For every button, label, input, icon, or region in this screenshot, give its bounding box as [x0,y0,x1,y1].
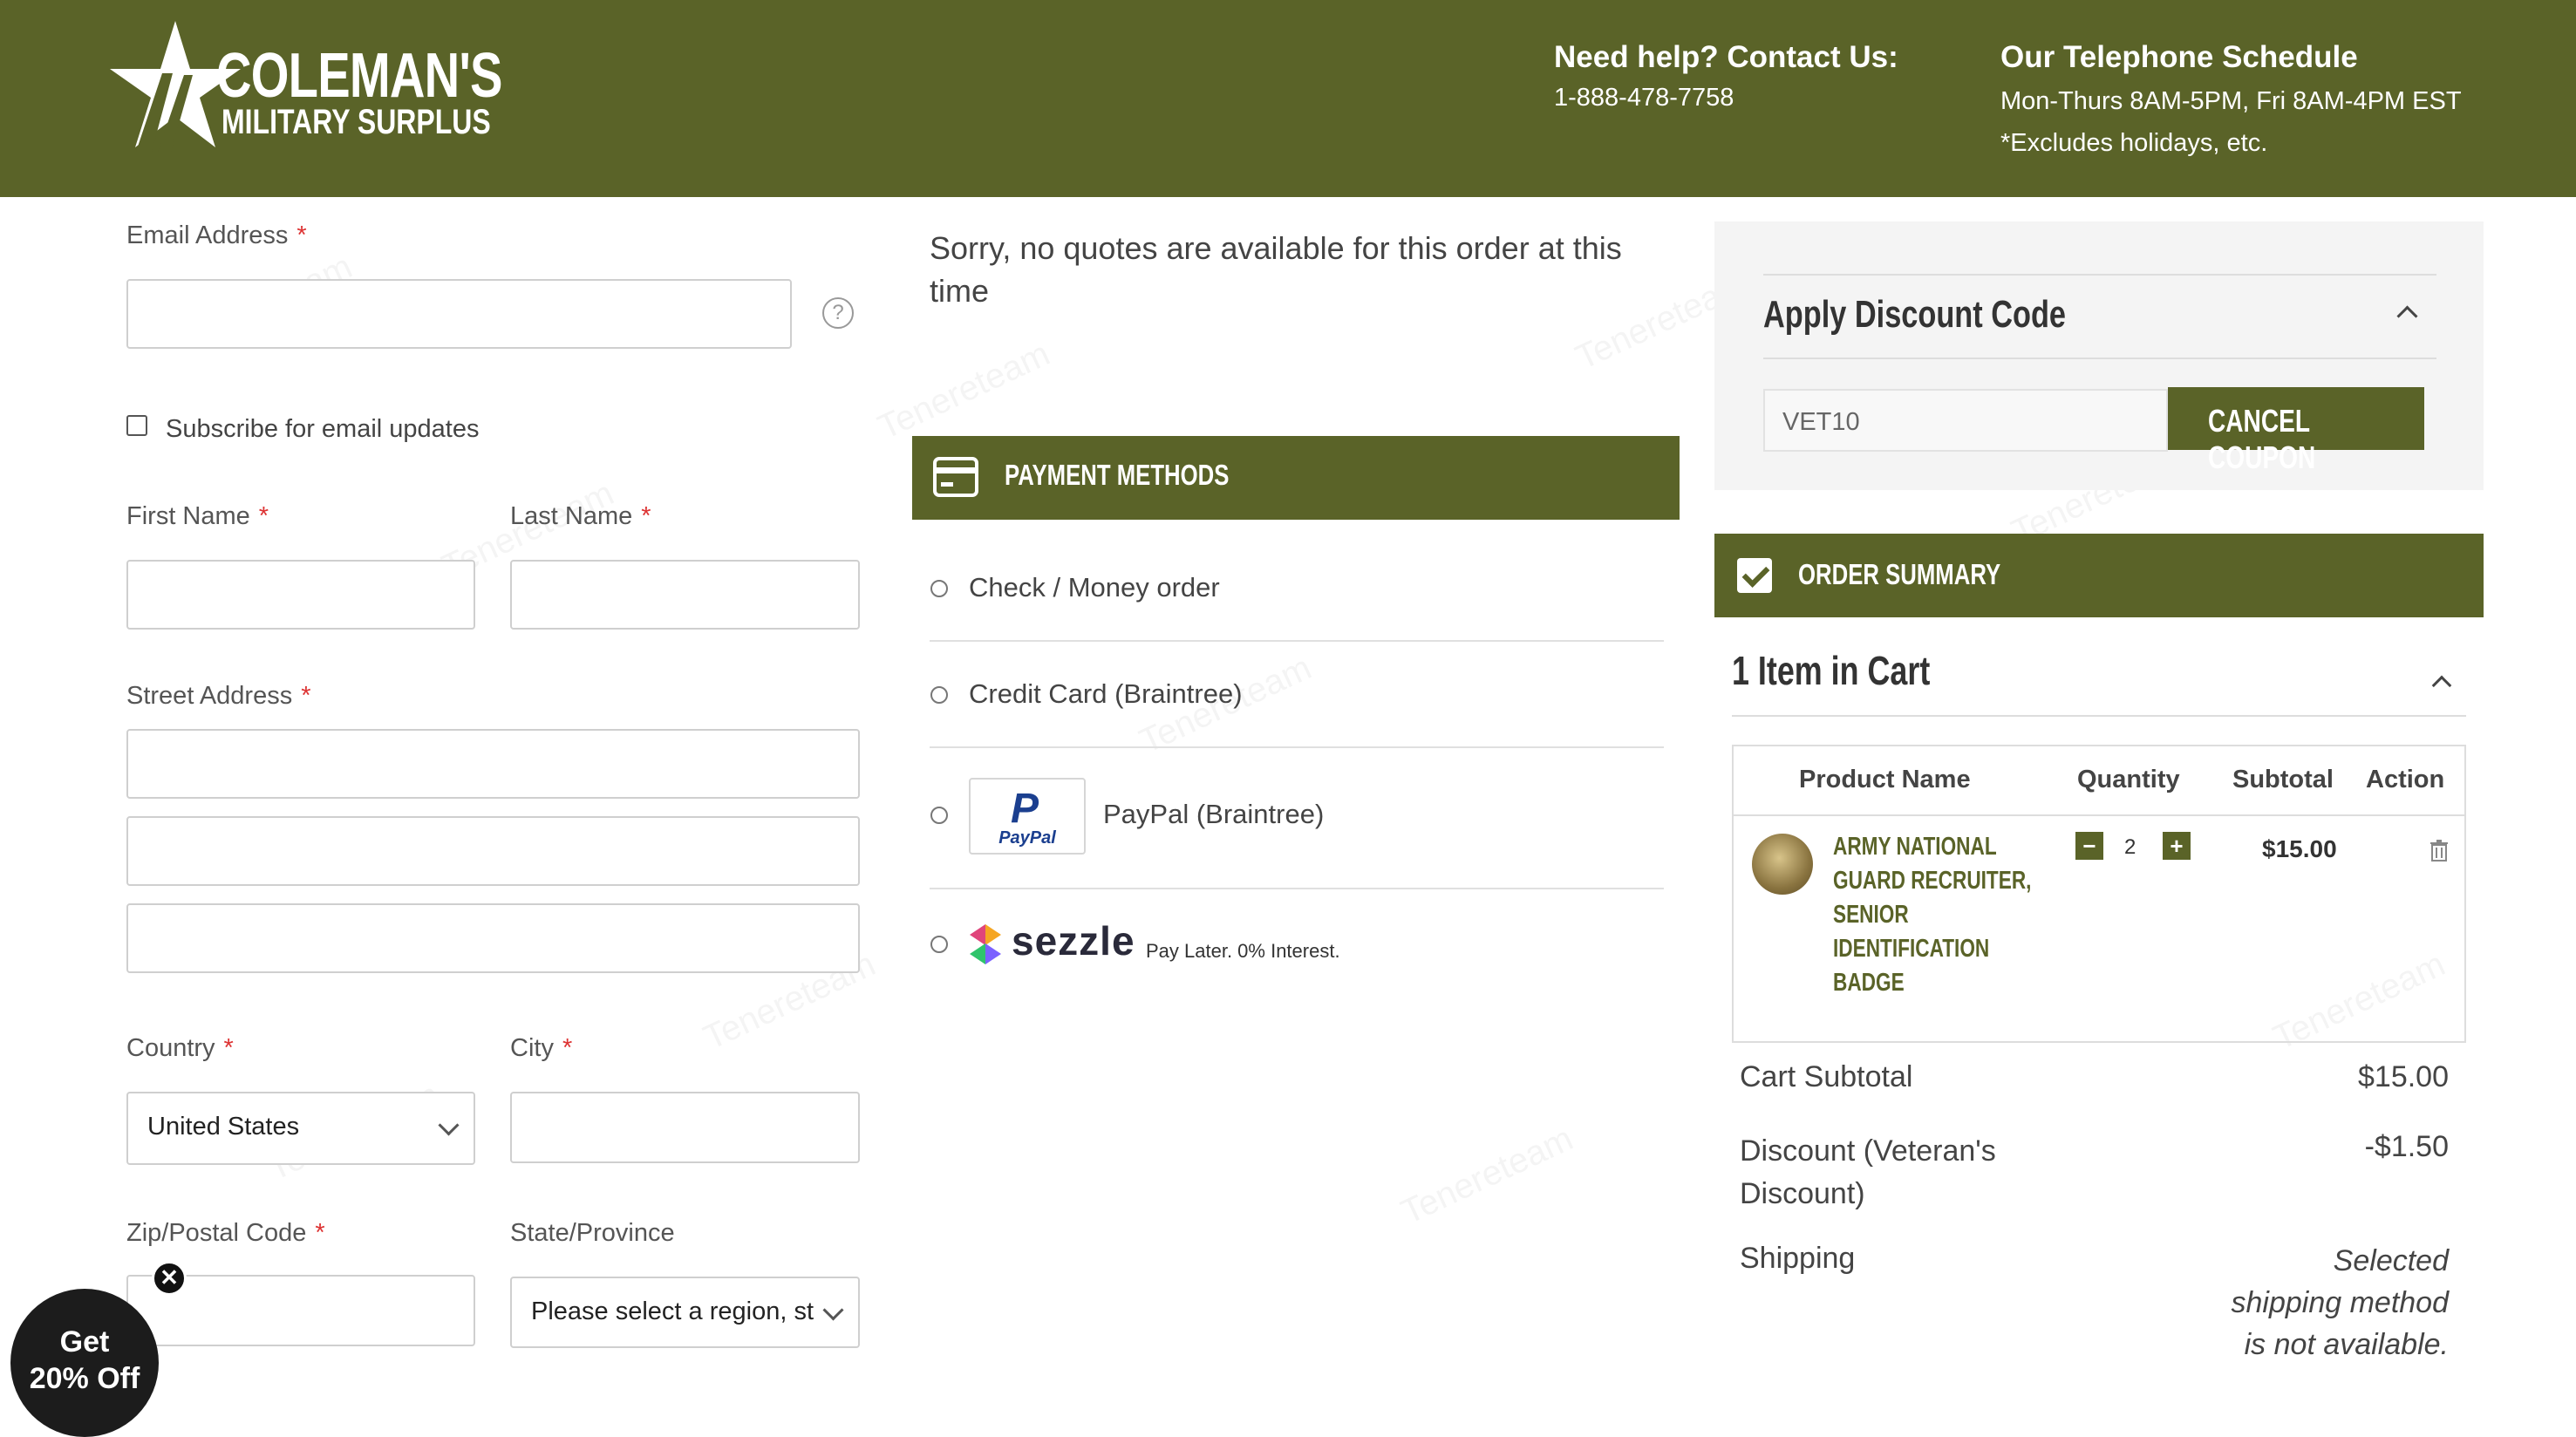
payment-method-label[interactable]: Check / Money order [969,572,1220,603]
paypal-logo: P PayPal [969,778,1086,855]
cancel-coupon-label: CANCEL COUPON [2208,403,2316,475]
discount-code-value: VET10 [1782,408,1860,436]
street-label: Street Address * [126,682,311,710]
shipping-value: Selected shipping method is not availabl… [2231,1244,2449,1361]
trash-icon[interactable] [2429,839,2449,862]
payment-method-label[interactable]: Credit Card (Braintree) [969,678,1243,710]
state-value: Please select a region, st [531,1297,814,1325]
question-icon[interactable]: ? [822,297,854,329]
column-header-product: Product Name [1799,766,1971,793]
cart-subtotal-value: $15.00 [2358,1060,2449,1093]
column-header-quantity: Quantity [2077,766,2180,793]
quantity-value[interactable]: 2 [2124,835,2136,860]
quantity-decrease-button[interactable]: − [2075,832,2103,860]
country-select[interactable]: United States [126,1092,475,1165]
column-header-subtotal: Subtotal [2232,766,2334,793]
city-label: City * [510,1034,573,1062]
radio-credit-card[interactable] [930,686,948,704]
street-field-2[interactable] [126,816,860,886]
payment-method-label[interactable]: Pay Later. 0% Interest. [1146,940,1340,963]
contact-title: Need help? Contact Us: [1554,40,1898,74]
shipping-message: Sorry, no quotes are available for this … [930,230,1622,309]
contact-phone[interactable]: 1-888-478-7758 [1554,84,1734,112]
watermark: Tenereteam [872,334,1055,447]
divider [1734,814,2464,816]
payment-methods-header: PAYMENT METHODS [912,436,1680,520]
country-label: Country * [126,1034,234,1062]
email-field[interactable] [126,279,792,349]
promo-bubble[interactable]: Get 20% Off [10,1289,159,1437]
payment-method-label[interactable]: PayPal (Braintree) [1103,799,1324,830]
subscribe-label: Subscribe for email updates [166,415,480,443]
divider [1732,715,2466,717]
schedule-note: *Excludes holidays, etc. [2000,129,2268,157]
paypal-p-icon: P [1011,786,1039,832]
paypal-logo-text: PayPal [998,828,1056,848]
payment-methods-title: PAYMENT METHODS [1005,459,1230,491]
radio-paypal[interactable] [930,807,948,824]
quantity-increase-button[interactable]: + [2163,832,2191,860]
product-name[interactable]: ARMY NATIONAL GUARD RECRUITER, SENIOR ID… [1833,830,2031,1000]
schedule-title: Our Telephone Schedule [2000,40,2358,74]
chevron-down-icon [822,1299,844,1321]
state-label: State/Province [510,1219,675,1247]
sezzle-logo-icon [970,924,1001,964]
product-thumbnail[interactable] [1752,834,1813,895]
last-name-field[interactable] [510,560,860,630]
zip-label: Zip/Postal Code * [126,1219,325,1247]
cancel-coupon-button[interactable]: CANCEL COUPON [2168,387,2424,475]
close-icon[interactable]: ✕ [152,1261,187,1296]
discount-label: Discount (Veteran's Discount) [1740,1134,1996,1210]
street-field-1[interactable] [126,729,860,799]
item-subtotal: $15.00 [2262,835,2337,862]
logo-text[interactable]: COLEMAN'S [216,40,502,112]
column-header-action: Action [2366,766,2445,793]
divider [930,640,1664,642]
promo-text: Get [59,1325,110,1359]
order-summary-title: ORDER SUMMARY [1798,558,2001,590]
subscribe-checkbox[interactable] [126,415,147,436]
discount-title[interactable]: Apply Discount Code [1763,293,2066,337]
divider [930,746,1664,748]
chevron-down-icon [438,1114,460,1136]
promo-text-2: 20% Off [29,1362,140,1395]
country-value: United States [147,1113,300,1141]
radio-sezzle[interactable] [930,936,948,953]
city-field[interactable] [510,1092,860,1163]
checkbox-check-icon [1737,558,1772,593]
discount-code-input[interactable]: VET10 [1763,389,2168,452]
credit-card-icon [933,457,978,497]
radio-check-money[interactable] [930,580,948,597]
email-label: Email Address * [126,221,307,249]
discount-value: -$1.50 [2364,1130,2449,1163]
divider [1763,274,2436,276]
logo-subtext[interactable]: MILITARY SURPLUS [221,103,491,142]
schedule-hours: Mon-Thurs 8AM-5PM, Fri 8AM-4PM EST [2000,87,2462,115]
last-name-label: Last Name * [510,502,651,530]
state-select[interactable]: Please select a region, st [510,1277,860,1348]
cart-subtotal-label: Cart Subtotal [1740,1060,1913,1093]
divider [1763,358,2436,359]
order-summary-header: ORDER SUMMARY [1714,534,2484,617]
street-field-3[interactable] [126,903,860,973]
shipping-label: Shipping [1740,1242,1856,1275]
items-in-cart-title[interactable]: 1 Item in Cart [1732,647,1930,694]
sezzle-logo-text: sezzle [1012,918,1135,964]
first-name-label: First Name * [126,502,269,530]
divider [930,888,1664,889]
watermark: Tenereteam [1395,1119,1578,1232]
first-name-field[interactable] [126,560,475,630]
